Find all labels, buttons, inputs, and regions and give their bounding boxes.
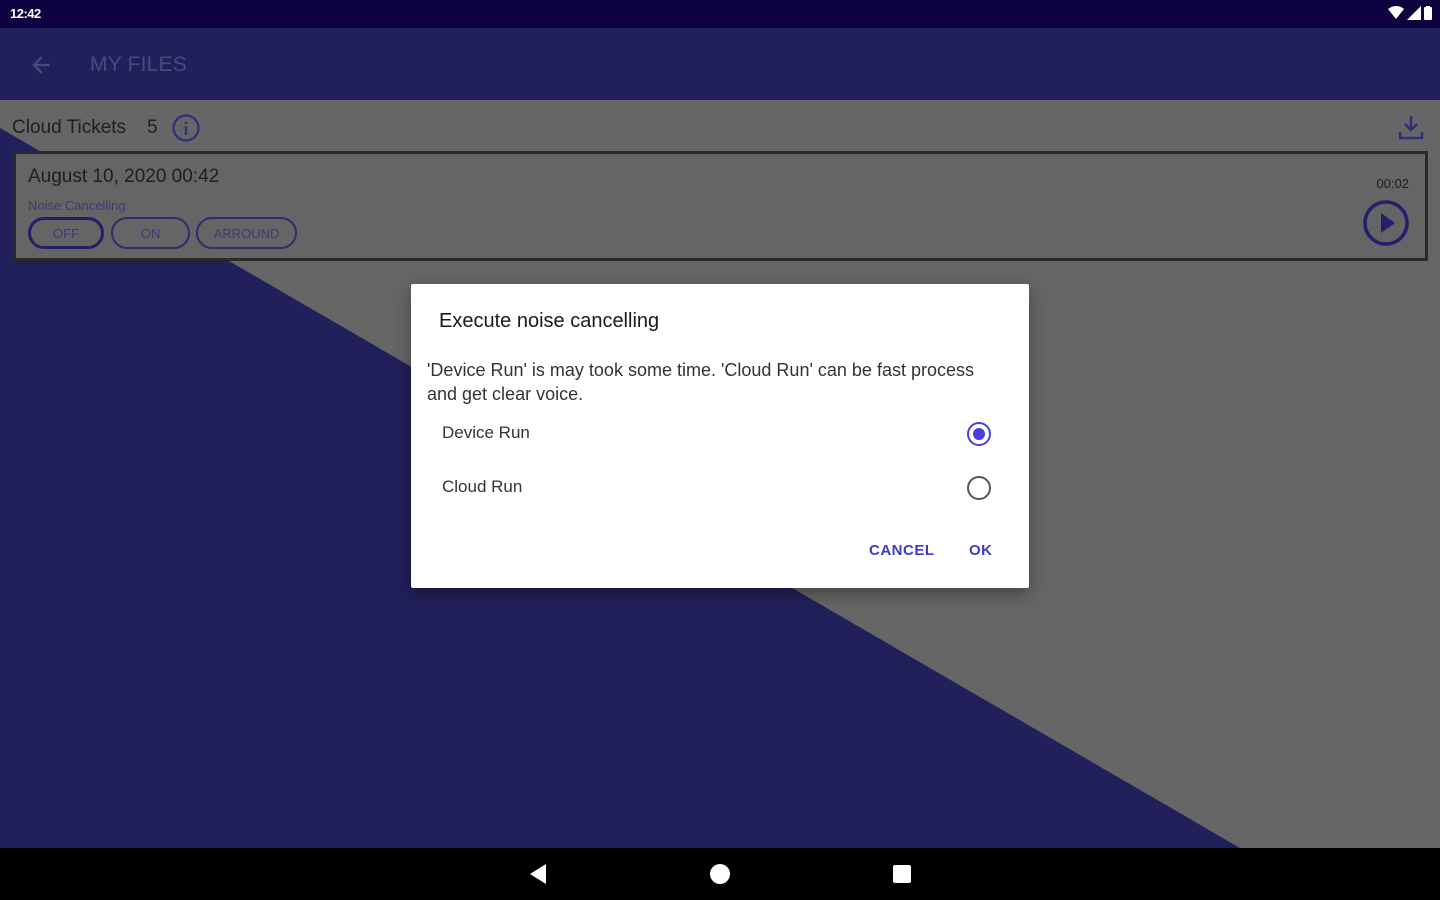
cloud-run-radio[interactable] [967, 476, 991, 500]
download-icon[interactable] [1396, 112, 1426, 142]
option-label: Cloud Run [442, 477, 523, 496]
dialog-title: Execute noise cancelling [439, 310, 660, 332]
status-time: 12:42 [10, 6, 41, 21]
cancel-button[interactable]: CANCEL [869, 542, 935, 559]
wifi-icon [1388, 6, 1404, 19]
list-header: Cloud Tickets 5 [0, 100, 1440, 152]
cell-signal-icon [1407, 6, 1421, 20]
device-run-radio[interactable] [967, 422, 991, 446]
option-device-run[interactable]: Device Run [411, 409, 1029, 459]
dialog-message: 'Device Run' is may took some time. 'Clo… [427, 360, 974, 404]
status-bar: 12:42 [0, 0, 1440, 28]
file-date: August 10, 2020 00:42 [28, 166, 220, 187]
option-cloud-run[interactable]: Cloud Run [411, 463, 1029, 513]
nav-recents-icon[interactable] [893, 865, 911, 883]
info-icon[interactable] [171, 113, 201, 143]
ok-button[interactable]: OK [969, 542, 993, 559]
battery-icon [1424, 6, 1432, 20]
app-bar: MY FILES [0, 28, 1440, 100]
noise-cancel-dialog: Execute noise cancelling 'Device Run' is… [411, 284, 1029, 588]
mode-on-button[interactable]: ON [111, 217, 190, 249]
ticket-count: 5 [147, 117, 158, 138]
back-arrow-icon[interactable] [28, 52, 54, 78]
play-icon[interactable] [1361, 198, 1411, 248]
app-title: MY FILES [90, 53, 187, 76]
nav-back-icon[interactable] [526, 862, 550, 886]
list-header-label: Cloud Tickets [12, 117, 127, 138]
nav-home-icon[interactable] [710, 864, 730, 884]
noise-cancelling-label: Noise Cancelling [28, 198, 126, 213]
mode-off-button[interactable]: OFF [28, 217, 104, 249]
file-duration: 00:02 [1376, 176, 1409, 191]
status-icons [1388, 6, 1432, 20]
file-card[interactable]: August 10, 2020 00:42 Noise Cancelling O… [13, 151, 1428, 261]
option-label: Device Run [442, 423, 530, 442]
nav-bar [0, 848, 1440, 900]
mode-around-button[interactable]: ARROUND [196, 217, 297, 249]
